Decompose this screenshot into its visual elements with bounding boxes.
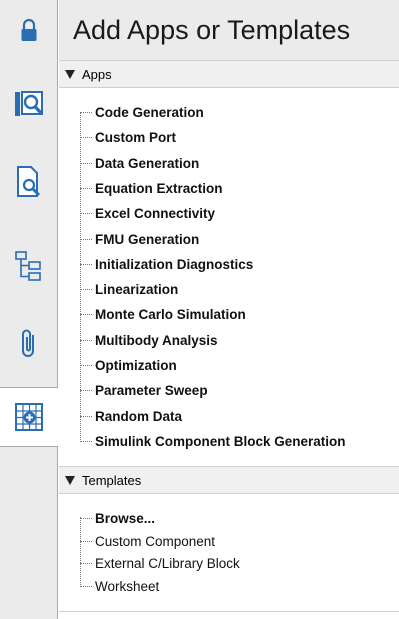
tree-item[interactable]: External C/Library Block — [80, 551, 240, 576]
tree-connector-stub — [80, 415, 92, 417]
tree-item-label: Linearization — [95, 282, 179, 298]
tree-connector-stub — [80, 213, 92, 215]
tree-connector-stub — [80, 390, 92, 392]
tree-hierarchy-button[interactable] — [0, 236, 57, 296]
tree-connector-stub — [80, 314, 92, 316]
add-apps-button[interactable] — [0, 387, 58, 447]
tree-item-label: Multibody Analysis — [95, 332, 218, 348]
apps-section-header[interactable]: Apps — [59, 60, 399, 88]
tree-item-label: Custom Component — [95, 533, 216, 549]
templates-section-label: Templates — [82, 472, 142, 488]
lock-button[interactable] — [0, 8, 57, 54]
tree-item-label: FMU Generation — [95, 231, 200, 247]
tree-item[interactable]: Custom Port — [80, 125, 176, 150]
tree-item-label: External C/Library Block — [95, 556, 240, 571]
tree-connector-stub — [80, 585, 92, 587]
tree-item[interactable]: Initialization Diagnostics — [80, 252, 253, 277]
tree-item[interactable]: Excel Connectivity — [80, 201, 215, 226]
paperclip-icon — [21, 329, 34, 357]
tree-item[interactable]: Worksheet — [80, 574, 159, 599]
tree-connector-stub — [80, 563, 92, 564]
tree-item[interactable]: Multibody Analysis — [80, 328, 218, 353]
tree-connector-stub — [80, 238, 92, 240]
tree-connector-stub — [80, 162, 92, 164]
tree-connector-stub — [80, 187, 92, 189]
document-search-icon — [16, 166, 40, 197]
tree-item[interactable]: Custom Component — [80, 529, 215, 554]
tree-item-label: Excel Connectivity — [95, 206, 216, 222]
tree-item-label: Data Generation — [95, 155, 200, 171]
tree-item[interactable]: FMU Generation — [80, 227, 199, 252]
tool-strip — [0, 0, 58, 619]
add-apps-grid-icon — [15, 403, 43, 431]
document-search-button[interactable] — [0, 152, 57, 212]
tree-connector-stub — [80, 339, 92, 341]
tree-item-label: Equation Extraction — [95, 180, 223, 196]
tree-item-label: Parameter Sweep — [95, 383, 208, 399]
tree-item[interactable]: Code Generation — [80, 100, 204, 125]
collapse-triangle-icon — [65, 69, 75, 79]
search-panel-icon — [14, 91, 43, 116]
lock-icon — [21, 18, 36, 41]
tree-item[interactable]: Linearization — [80, 277, 178, 302]
tree-connector-stub — [80, 112, 92, 113]
tree-item-label: Monte Carlo Simulation — [95, 307, 246, 323]
templates-section-header[interactable]: Templates — [59, 466, 399, 494]
bottom-divider — [59, 611, 399, 612]
tree-connector-stub — [80, 137, 92, 139]
tree-item-label: Code Generation — [95, 105, 204, 120]
tree-hierarchy-icon — [14, 251, 41, 281]
attachments-button[interactable] — [0, 314, 57, 374]
page-title: Add Apps or Templates — [73, 14, 351, 45]
tree-item-label: Initialization Diagnostics — [95, 256, 254, 272]
tree-item-label: Worksheet — [95, 578, 160, 594]
tree-item-label: Simulink Component Block Generation — [95, 433, 346, 449]
tree-item[interactable]: Equation Extraction — [80, 176, 223, 201]
panel-header: Add Apps or Templates — [59, 0, 399, 60]
search-panel-button[interactable] — [0, 74, 57, 134]
tree-item-label: Custom Port — [95, 130, 176, 146]
tree-item-label: Browse... — [95, 511, 156, 526]
apps-section-label: Apps — [82, 66, 112, 82]
tree-connector-stub — [80, 518, 92, 519]
tree-connector-stub — [80, 365, 92, 366]
tree-item-label: Optimization — [95, 358, 177, 373]
tree-connector-stub — [80, 263, 92, 265]
collapse-triangle-icon — [65, 475, 75, 485]
tree-item[interactable]: Monte Carlo Simulation — [80, 302, 246, 327]
tree-item[interactable]: Browse... — [80, 506, 155, 531]
tree-item[interactable]: Parameter Sweep — [80, 378, 208, 403]
tree-item[interactable]: Data Generation — [80, 151, 199, 176]
tree-connector-stub — [80, 440, 92, 442]
tree-item[interactable]: Simulink Component Block Generation — [80, 429, 346, 454]
tree-connector-stub — [80, 540, 92, 542]
tree-item[interactable]: Random Data — [80, 404, 182, 429]
tree-item[interactable]: Optimization — [80, 353, 177, 378]
tree-item-label: Random Data — [95, 408, 183, 424]
tree-connector-stub — [80, 289, 92, 291]
